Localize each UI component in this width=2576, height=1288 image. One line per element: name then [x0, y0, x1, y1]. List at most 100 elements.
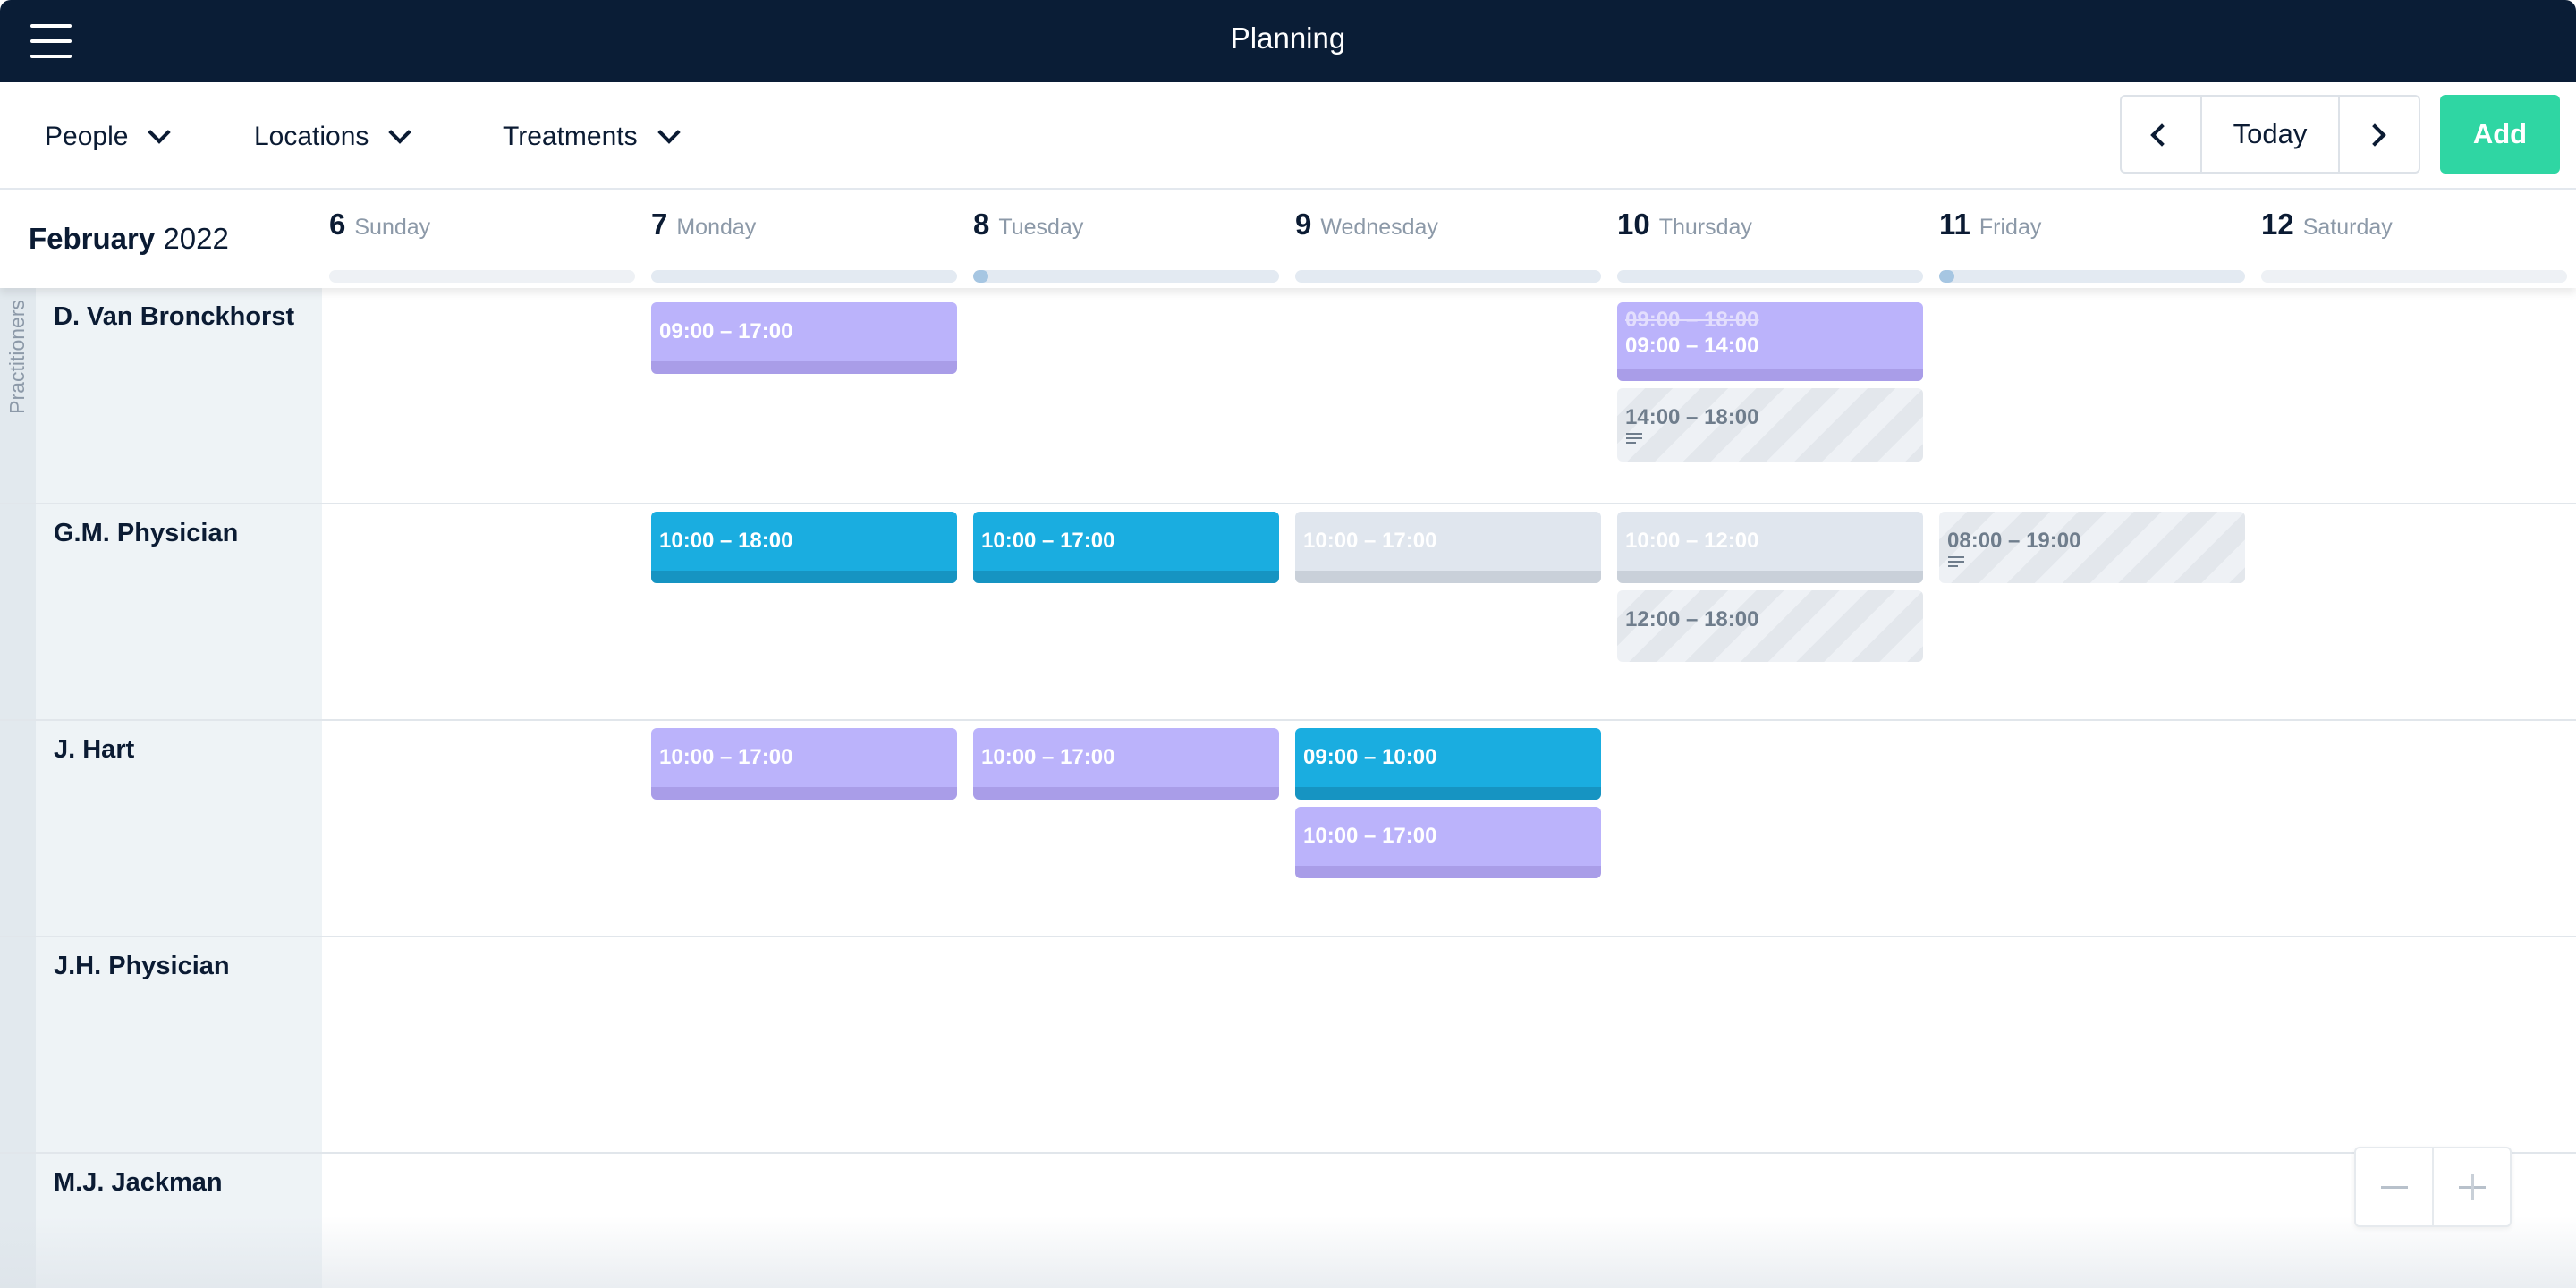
day-name: Wednesday [1320, 215, 1438, 240]
shift-time-original: 09:00 – 18:00 [1625, 308, 1759, 332]
toolbar: People Locations Treatments Today Add [0, 82, 2576, 190]
locations-filter-label: Locations [254, 122, 369, 151]
day-header-wednesday[interactable]: 9 Wednesday [1295, 208, 1603, 283]
week-header: February 2022 6 Sunday 7 Monday 8 Tuesday 9… [0, 191, 2576, 288]
chevron-down-icon [148, 121, 172, 144]
shift-progress [973, 571, 993, 583]
practitioners-group-label: Practitioners [5, 300, 32, 434]
day-number: 7 [651, 208, 668, 241]
practitioner-name[interactable]: J. Hart [54, 735, 134, 765]
day-number: 10 [1617, 208, 1650, 241]
note-lines-icon [1626, 433, 1642, 445]
shift-block[interactable]: 10:00 – 17:00 [651, 728, 957, 800]
month-label: February 2022 [29, 222, 229, 256]
day-load-bar [1617, 270, 1923, 283]
shift-block[interactable]: 10:00 – 17:00 [973, 728, 1279, 800]
day-header-monday[interactable]: 7 Monday [651, 208, 959, 283]
absence-block[interactable]: 12:00 – 18:00 [1617, 590, 1923, 662]
shift-time: 10:00 – 17:00 [659, 745, 793, 769]
treatments-filter-label: Treatments [503, 122, 638, 151]
day-number: 9 [1295, 208, 1312, 241]
add-button[interactable]: Add [2440, 95, 2560, 174]
shift-time: 10:00 – 17:00 [981, 529, 1115, 553]
practitioner-name[interactable]: G.M. Physician [54, 519, 238, 548]
day-header-saturday[interactable]: 12 Saturday [2261, 208, 2569, 283]
zoom-controls [2354, 1147, 2512, 1227]
shift-block-inactive[interactable]: 10:00 – 12:00 [1617, 512, 1923, 583]
day-load-bar [329, 270, 635, 283]
previous-week-button[interactable] [2122, 97, 2200, 172]
day-number: 8 [973, 208, 990, 241]
page-title: Planning [1230, 21, 1346, 55]
day-header-thursday[interactable]: 10 Thursday [1617, 208, 1925, 283]
day-name: Thursday [1658, 215, 1752, 240]
day-load-fill [973, 270, 989, 283]
day-name: Saturday [2302, 215, 2393, 240]
locations-filter[interactable]: Locations [254, 116, 412, 157]
shift-block[interactable]: 09:00 – 10:00 [1295, 728, 1601, 800]
day-header-tuesday[interactable]: 8 Tuesday [973, 208, 1281, 283]
day-header-sunday[interactable]: 6 Sunday [329, 208, 637, 283]
day-header-friday[interactable]: 11 Friday [1939, 208, 2247, 283]
group-label-text: Practitioners [5, 300, 29, 414]
day-name: Friday [1979, 215, 2042, 240]
practitioner-column [0, 288, 322, 1288]
row-divider [0, 936, 2576, 937]
today-button[interactable]: Today [2200, 97, 2340, 172]
shift-time: 09:00 – 17:00 [659, 319, 793, 343]
shift-block-inactive[interactable]: 10:00 – 17:00 [1295, 512, 1601, 583]
date-navigation: Today [2120, 95, 2420, 174]
people-filter[interactable]: People [45, 116, 172, 157]
day-load-bar [2261, 270, 2567, 283]
people-filter-label: People [45, 122, 129, 151]
day-number: 11 [1939, 208, 1970, 241]
day-name: Monday [676, 215, 757, 240]
treatments-filter[interactable]: Treatments [503, 116, 681, 157]
day-load-bar [1939, 270, 2245, 283]
chevron-down-icon [657, 121, 681, 144]
shift-time: 10:00 – 12:00 [1625, 529, 1759, 553]
shift-block-modified[interactable]: 09:00 – 18:00 09:00 – 14:00 [1617, 302, 1923, 381]
practitioner-name[interactable]: M.J. Jackman [54, 1168, 223, 1198]
next-week-button[interactable] [2340, 97, 2419, 172]
day-number: 6 [329, 208, 346, 241]
day-load-fill [1939, 270, 1955, 283]
shift-block[interactable]: 10:00 – 18:00 [651, 512, 957, 583]
row-divider [0, 1152, 2576, 1154]
day-number: 12 [2261, 208, 2294, 241]
shift-block[interactable]: 10:00 – 17:00 [973, 512, 1279, 583]
shift-time: 09:00 – 14:00 [1625, 334, 1759, 358]
zoom-in-button[interactable] [2432, 1148, 2510, 1225]
chevron-down-icon [388, 121, 412, 144]
day-name: Sunday [354, 215, 431, 240]
absence-block[interactable]: 08:00 – 19:00 [1939, 512, 2245, 583]
month-name: February [29, 222, 156, 255]
note-lines-icon [1948, 556, 1964, 569]
top-bar: Planning [0, 0, 2576, 82]
shift-time: 10:00 – 18:00 [659, 529, 793, 553]
chevron-right-icon [2363, 123, 2386, 147]
practitioner-name[interactable]: J.H. Physician [54, 952, 230, 981]
shift-time: 12:00 – 18:00 [1625, 607, 1759, 631]
group-strip [0, 288, 36, 1288]
shift-time: 10:00 – 17:00 [1303, 529, 1437, 553]
chevron-left-icon [2150, 123, 2174, 147]
shift-time: 08:00 – 19:00 [1947, 529, 2081, 553]
row-divider [0, 719, 2576, 721]
shift-block[interactable]: 09:00 – 17:00 [651, 302, 957, 374]
day-load-bar [973, 270, 1279, 283]
shift-time: 10:00 – 17:00 [1303, 824, 1437, 848]
shift-block[interactable]: 10:00 – 17:00 [1295, 807, 1601, 878]
day-load-bar [651, 270, 957, 283]
day-name: Tuesday [998, 215, 1084, 240]
absence-block[interactable]: 14:00 – 18:00 [1617, 388, 1923, 462]
zoom-out-button[interactable] [2356, 1148, 2432, 1225]
shift-time: 09:00 – 10:00 [1303, 745, 1437, 769]
shift-time: 14:00 – 18:00 [1625, 405, 1759, 429]
year: 2022 [163, 222, 229, 255]
shift-time: 10:00 – 17:00 [981, 745, 1115, 769]
practitioner-name[interactable]: D. Van Bronckhorst [54, 302, 294, 332]
bottom-fade [0, 1216, 2576, 1288]
day-load-bar [1295, 270, 1601, 283]
row-divider [0, 503, 2576, 504]
